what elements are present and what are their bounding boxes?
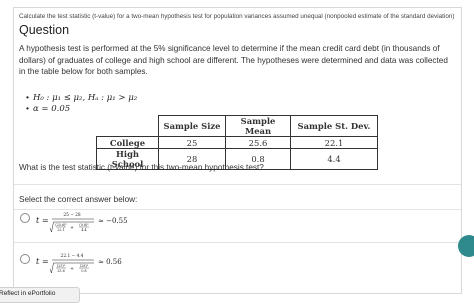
- formula-term-b-num: (28)²: [80, 264, 89, 268]
- bullet-icon: •: [26, 103, 29, 113]
- table-corner-cell: [97, 116, 159, 137]
- formula-equals: =: [42, 216, 49, 225]
- table-row: College 25 25.6 22.1: [96, 136, 378, 149]
- question-card: Calculate the test statistic (t-value) f…: [13, 7, 462, 294]
- answer-option-1-radio[interactable]: [20, 213, 30, 223]
- formula-numerator: 25 − 28: [63, 213, 81, 218]
- sample-data-table: Sample Size Sample Mean Sample St. Dev. …: [96, 115, 378, 170]
- help-button[interactable]: [458, 235, 474, 257]
- question-prompt: A hypothesis test is performed at the 5%…: [19, 44, 448, 76]
- table-cell: 25.6: [225, 136, 291, 149]
- table-cell: 25: [158, 136, 226, 149]
- formula-term-a-den: 25.6: [57, 269, 64, 273]
- hypotheses-text: H₀ : μ₁ ≤ μ₂, Hₐ : μ₁ > μ₂: [32, 93, 138, 103]
- alpha-text: α = 0.05: [32, 104, 71, 114]
- formula-plus: +: [70, 266, 74, 272]
- formula-numerator: 22.1 − 4.4: [61, 254, 84, 259]
- formula-plus: +: [70, 225, 74, 231]
- formula-equals: =: [42, 257, 49, 266]
- answer-option-1-formula[interactable]: t = 25 − 28 (25.6)² 22.1 + (0.8)² 4.4 ≈ …: [36, 206, 146, 236]
- formula-term-b-den: 0.8: [81, 269, 86, 273]
- page-title: Question: [19, 23, 70, 37]
- table-header-cell: Sample St. Dev.: [290, 115, 378, 137]
- answer-option-2-radio[interactable]: [20, 254, 30, 264]
- formula-t: t: [36, 216, 40, 225]
- table-header-cell: Sample Mean: [225, 115, 291, 137]
- select-answer-label: Select the correct answer below:: [19, 195, 138, 204]
- table-cell: 22.1: [290, 136, 378, 149]
- question-text: What is the test statistic (t-value) for…: [19, 163, 264, 172]
- answer-option-2-formula[interactable]: t = 22.1 − 4.4 (25)² 25.6 + (28)² 0.8 ≈ …: [36, 247, 146, 277]
- bullet-icon: •: [26, 92, 29, 102]
- formula-term-a-den: 22.1: [57, 228, 64, 232]
- hypotheses-item: • H₀ : μ₁ ≤ μ₂, Hₐ : μ₁ > μ₂: [26, 92, 137, 103]
- table-header-cell: Sample Size: [158, 115, 226, 137]
- table-header-row: Sample Size Sample Mean Sample St. Dev.: [97, 115, 378, 137]
- formula-term-b-den: 4.4: [81, 228, 86, 232]
- reflect-eportfolio-tab[interactable]: Reflect in ePortfolio: [0, 287, 80, 303]
- formula-term-b-num: (0.8)²: [79, 223, 89, 227]
- table-cell: 4.4: [290, 148, 378, 170]
- formula-result: ≈ 0.56: [98, 258, 122, 266]
- formula-term-a-num: (25.6)²: [55, 223, 67, 227]
- alpha-item: • α = 0.05: [26, 103, 70, 114]
- breadcrumb: Calculate the test statistic (t-value) f…: [19, 13, 455, 20]
- formula-t: t: [36, 257, 40, 266]
- table-row-label: College: [96, 136, 159, 149]
- divider: [14, 242, 461, 243]
- formula-term-a-num: (25)²: [57, 264, 66, 268]
- formula-result: ≈ −0.55: [98, 217, 128, 225]
- divider: [14, 184, 461, 185]
